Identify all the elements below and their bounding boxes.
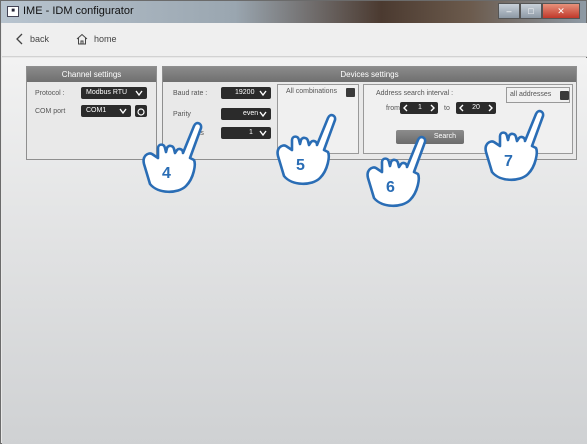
app-icon: ■ <box>7 6 19 17</box>
app-window: ■ IME - IDM configurator – □ ✕ back home… <box>0 0 587 444</box>
back-button[interactable]: back <box>16 33 49 45</box>
chevron-down-icon <box>259 130 267 137</box>
pointing-hand-icon-5: 5 <box>268 110 340 190</box>
callout-number-6: 6 <box>386 179 395 196</box>
search-label: Search <box>433 133 456 140</box>
to-label: to <box>444 105 450 112</box>
com-port-select[interactable]: COM1 <box>81 105 131 117</box>
title-bar: ■ IME - IDM configurator – □ ✕ <box>1 1 586 23</box>
pointing-hand-icon-4: 4 <box>134 118 206 198</box>
minimize-button[interactable]: – <box>498 3 520 19</box>
chevron-left-icon[interactable] <box>457 102 467 114</box>
stop-bits-value: 1 <box>249 129 253 136</box>
chevron-down-icon <box>119 108 127 115</box>
all-addresses-label: all addresses <box>510 91 552 98</box>
baud-rate-label: Baud rate : <box>173 90 208 97</box>
com-port-value: COM1 <box>86 107 107 114</box>
chevron-right-icon[interactable] <box>427 102 437 114</box>
address-interval-label: Address search interval : <box>376 90 454 97</box>
protocol-value: Modbus RTU <box>86 89 128 96</box>
chevron-left-icon <box>16 33 23 45</box>
channel-settings-header: Channel settings <box>27 67 156 82</box>
com-port-label: COM port <box>35 108 66 115</box>
home-icon <box>76 33 88 45</box>
maximize-button[interactable]: □ <box>520 3 542 19</box>
all-addresses-checkbox[interactable] <box>560 91 569 100</box>
stop-bits-select[interactable]: 1 <box>221 127 271 139</box>
protocol-select[interactable]: Modbus RTU <box>81 87 147 99</box>
back-label: back <box>30 34 50 44</box>
callout-number-4: 4 <box>162 165 171 182</box>
home-button[interactable]: home <box>76 33 117 45</box>
protocol-label: Protocol : <box>35 90 65 97</box>
all-combinations-checkbox[interactable] <box>346 88 355 97</box>
chevron-down-icon <box>259 111 267 118</box>
chevron-down-icon <box>135 90 143 97</box>
home-label: home <box>94 34 117 44</box>
chevron-down-icon <box>259 90 267 97</box>
chevron-left-icon[interactable] <box>401 102 411 114</box>
baud-rate-select[interactable]: 19200 <box>221 87 271 99</box>
window-controls: – □ ✕ <box>498 3 580 19</box>
all-addresses-box: all addresses <box>506 87 570 103</box>
pointing-hand-icon-7: 7 <box>476 106 548 186</box>
circle-icon <box>137 108 145 116</box>
parity-value: even <box>243 110 259 117</box>
callout-number-7: 7 <box>504 153 513 170</box>
from-label: from <box>386 105 400 112</box>
callout-number-5: 5 <box>296 157 305 174</box>
parity-label: Parity <box>173 111 191 118</box>
toolbar: back home <box>2 23 587 57</box>
refresh-port-button[interactable] <box>135 105 147 117</box>
from-stepper[interactable]: 1 <box>400 102 438 114</box>
from-value: 1 <box>418 104 422 111</box>
baud-rate-value: 19200 <box>235 89 255 96</box>
pointing-hand-icon-6: 6 <box>358 132 430 212</box>
window-title: IME - IDM configurator <box>23 5 134 17</box>
devices-settings-header: Devices settings <box>163 67 576 82</box>
parity-select[interactable]: even <box>221 108 271 120</box>
all-combinations-label: All combinations <box>286 88 337 95</box>
close-button[interactable]: ✕ <box>542 3 580 19</box>
